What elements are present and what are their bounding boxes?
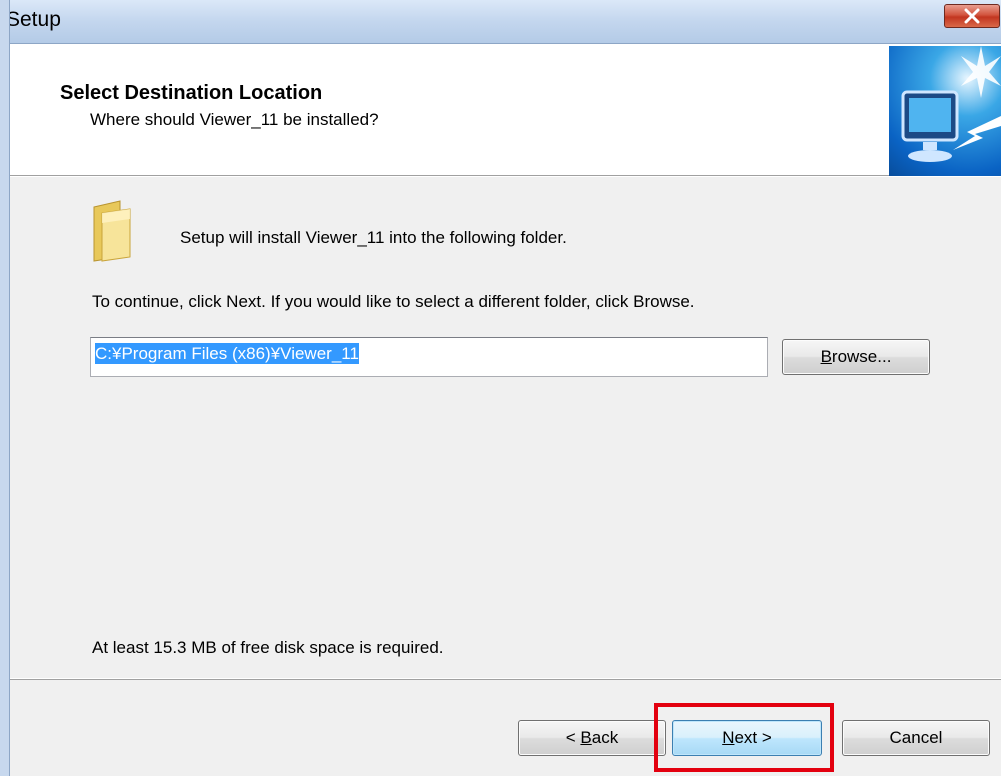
cancel-button[interactable]: Cancel — [842, 720, 990, 756]
next-accel: N — [722, 728, 735, 747]
browse-label: rowse... — [831, 347, 892, 366]
page-title: Select Destination Location — [60, 82, 323, 104]
browse-button[interactable]: Browse... — [782, 339, 930, 375]
cancel-label: Cancel — [889, 728, 943, 747]
back-prefix: < — [565, 728, 581, 747]
monitor-install-icon — [889, 46, 1001, 176]
folder-icon — [90, 199, 146, 263]
window-title: Setup — [6, 8, 61, 31]
intro-text: Setup will install Viewer_11 into the fo… — [180, 228, 567, 247]
browse-accel: B — [820, 347, 832, 366]
close-x-icon — [964, 8, 980, 24]
window-frame-left — [0, 0, 10, 776]
next-button[interactable]: Next > — [672, 720, 822, 756]
destination-path-value: C:¥Program Files (x86)¥Viewer_11 — [95, 343, 359, 364]
back-button[interactable]: < Back — [518, 720, 666, 756]
setup-window: Setup Select Destination Location Where … — [0, 0, 1001, 776]
destination-path-input[interactable]: C:¥Program Files (x86)¥Viewer_11 — [90, 337, 768, 377]
button-bar: < Back Next > Cancel — [10, 679, 1001, 776]
content-panel: Setup will install Viewer_11 into the fo… — [10, 177, 1001, 678]
close-button[interactable] — [944, 4, 1000, 28]
disk-space-text: At least 15.3 MB of free disk space is r… — [92, 638, 444, 657]
back-accel: B — [580, 728, 592, 747]
header-panel: Select Destination Location Where should… — [10, 44, 1001, 176]
next-label: ext > — [734, 728, 772, 747]
back-label: ack — [591, 728, 619, 747]
page-subtitle: Where should Viewer_11 be installed? — [90, 110, 379, 129]
title-bar[interactable]: Setup — [0, 0, 1001, 44]
instruction-text: To continue, click Next. If you would li… — [92, 292, 695, 311]
